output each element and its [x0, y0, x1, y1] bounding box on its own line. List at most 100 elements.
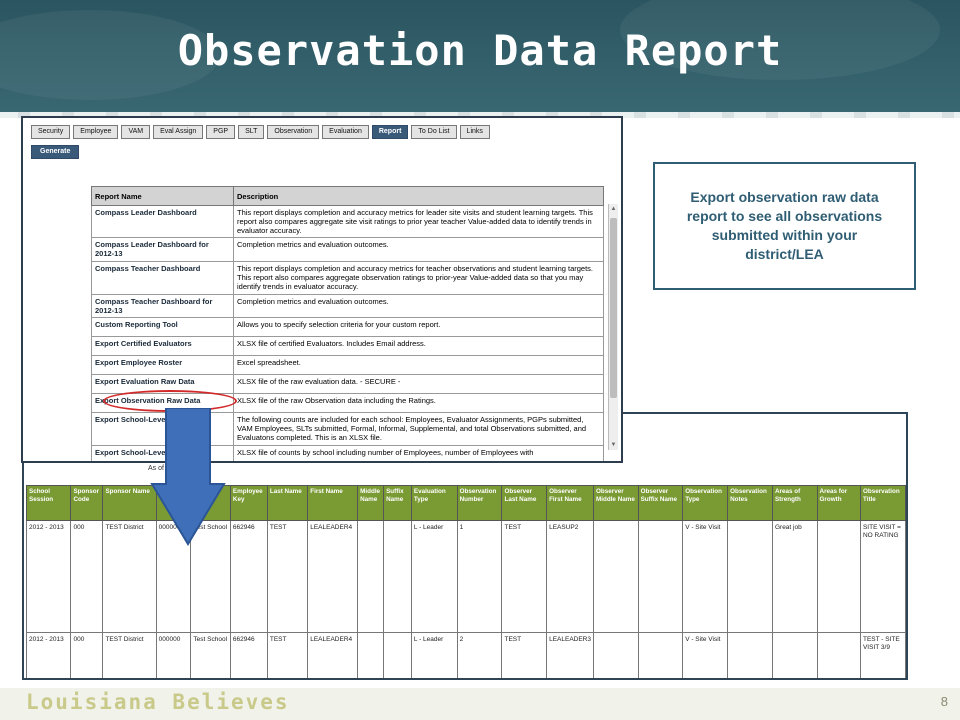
report-row[interactable]: Compass Leader Dashboard for 2012-13 Com… [91, 237, 604, 262]
table-cell [637, 520, 684, 633]
table-cell [593, 632, 639, 678]
nav-tab-bar: Security Employee VAM Eval Assign PGP SL… [31, 125, 490, 139]
table-cell [357, 632, 385, 678]
tab-slt[interactable]: SLT [238, 125, 265, 139]
column-header: Employee Key [229, 485, 268, 521]
report-list-scrollbar[interactable]: ▲ ▼ [608, 204, 618, 450]
table-row: 2012 - 2013 000 TEST District 000000 Tes… [25, 632, 906, 678]
table-cell: TEST [501, 520, 548, 633]
column-header: Sponsor Name [102, 485, 157, 521]
table-cell [771, 632, 818, 678]
tab-pgp[interactable]: PGP [206, 125, 236, 139]
table-cell: V - Site Visit [682, 632, 729, 678]
column-header: Observation Notes [727, 485, 773, 521]
table-cell: 1 [456, 520, 503, 633]
report-name[interactable]: Export Certified Evaluators [91, 336, 234, 356]
column-header: Suffix Name [383, 485, 412, 521]
tab-to-do-list[interactable]: To Do List [411, 125, 457, 139]
table-cell [816, 520, 861, 633]
table-cell: TEST [266, 520, 309, 633]
tab-links[interactable]: Links [459, 125, 490, 139]
report-name[interactable]: Compass Leader Dashboard [91, 205, 234, 238]
table-cell: 2012 - 2013 [25, 520, 72, 633]
report-description: Allows you to specify selection criteria… [233, 317, 604, 337]
table-cell: LEALEADER3 [546, 632, 594, 678]
report-row[interactable]: Export Employee Roster Excel spreadsheet… [91, 355, 604, 375]
column-header: Evaluation Type [410, 485, 458, 521]
report-header-row: Report Name Description [91, 186, 604, 206]
page-number: 8 [940, 694, 948, 709]
column-header: Observer Suffix Name [637, 485, 684, 521]
report-row[interactable]: Custom Reporting Tool Allows you to spec… [91, 317, 604, 337]
table-cell: TEST [501, 632, 548, 678]
tab-security[interactable]: Security [31, 125, 71, 139]
tab-evaluation[interactable]: Evaluation [322, 125, 369, 139]
slide-title: Observation Data Report [177, 26, 783, 75]
column-header: Observation Number [456, 485, 503, 521]
table-cell: 2 [456, 632, 503, 678]
report-name[interactable]: Compass Leader Dashboard for 2012-13 [91, 237, 234, 262]
table-cell: TEST District [102, 632, 157, 678]
scroll-thumb[interactable] [610, 218, 617, 398]
report-row[interactable]: Compass Teacher Dashboard This report di… [91, 261, 604, 295]
table-cell: Great job [771, 520, 818, 633]
report-description: Completion metrics and evaluation outcom… [233, 237, 604, 262]
tab-report[interactable]: Report [371, 125, 409, 139]
report-row[interactable]: Compass Leader Dashboard This report dis… [91, 205, 604, 238]
table-cell: 000000 [155, 632, 192, 678]
report-row[interactable]: Compass Teacher Dashboard for 2012-13 Co… [91, 294, 604, 318]
table-cell: Test School [190, 632, 231, 678]
report-description: Excel spreadsheet. [233, 355, 604, 375]
report-description: XLSX file of the raw Observation data in… [233, 393, 604, 413]
scroll-down-arrow-icon[interactable]: ▼ [609, 440, 618, 450]
report-name[interactable]: Compass Teacher Dashboard for 2012-13 [91, 294, 234, 318]
report-row[interactable]: Export Certified Evaluators XLSX file of… [91, 336, 604, 356]
footer-brand: Louisiana Believes [26, 690, 290, 714]
table-cell: V - Site Visit [682, 520, 729, 633]
scroll-up-arrow-icon[interactable]: ▲ [609, 204, 618, 214]
report-name[interactable]: Compass Teacher Dashboard [91, 261, 234, 295]
report-description: XLSX file of certified Evaluators. Inclu… [233, 336, 604, 356]
table-cell: 000 [70, 520, 104, 633]
table-cell: LEALEADER4 [307, 632, 359, 678]
table-cell [816, 632, 861, 678]
generate-button[interactable]: Generate [31, 145, 80, 159]
table-cell: LEASUP2 [546, 520, 594, 633]
table-cell [357, 520, 385, 633]
tab-employee[interactable]: Employee [73, 125, 119, 139]
report-name[interactable]: Custom Reporting Tool [91, 317, 234, 337]
table-cell: SITE VISIT = NO RATING [859, 520, 906, 633]
table-cell [383, 632, 412, 678]
tab-observation[interactable]: Observation [267, 125, 320, 139]
table-cell [727, 632, 773, 678]
table-cell: LEALEADER4 [307, 520, 359, 633]
table-cell: TEST - SITE VISIT 3/9 [859, 632, 906, 678]
table-cell [637, 632, 684, 678]
report-description: XLSX file of counts by school including … [233, 445, 604, 461]
table-cell: 000 [70, 632, 104, 678]
report-description: This report displays completion and accu… [233, 261, 604, 295]
column-header: School Session [25, 485, 72, 521]
table-cell [593, 520, 639, 633]
slide-header: Observation Data Report [0, 0, 960, 118]
column-header: Observation Type [682, 485, 729, 521]
report-screen-screenshot: Security Employee VAM Eval Assign PGP SL… [21, 116, 623, 463]
table-cell [383, 520, 412, 633]
column-header: Observer Middle Name [593, 485, 639, 521]
column-header: First Name [307, 485, 359, 521]
column-header: Sponsor Code [70, 485, 104, 521]
table-cell: L - Leader [410, 632, 458, 678]
column-header: Areas of Strength [771, 485, 818, 521]
report-description: XLSX file of the raw evaluation data. - … [233, 374, 604, 394]
column-header: Areas for Growth [816, 485, 861, 521]
tab-vam[interactable]: VAM [121, 125, 151, 139]
table-cell [727, 520, 773, 633]
table-cell: 662946 [229, 520, 268, 633]
report-description: The following counts are included for ea… [233, 412, 604, 446]
down-arrow-icon [150, 408, 226, 546]
report-name[interactable]: Export Employee Roster [91, 355, 234, 375]
column-header: Observer Last Name [501, 485, 548, 521]
tab-eval-assign[interactable]: Eval Assign [153, 125, 204, 139]
table-cell: L - Leader [410, 520, 458, 633]
column-header: Description [233, 186, 604, 206]
